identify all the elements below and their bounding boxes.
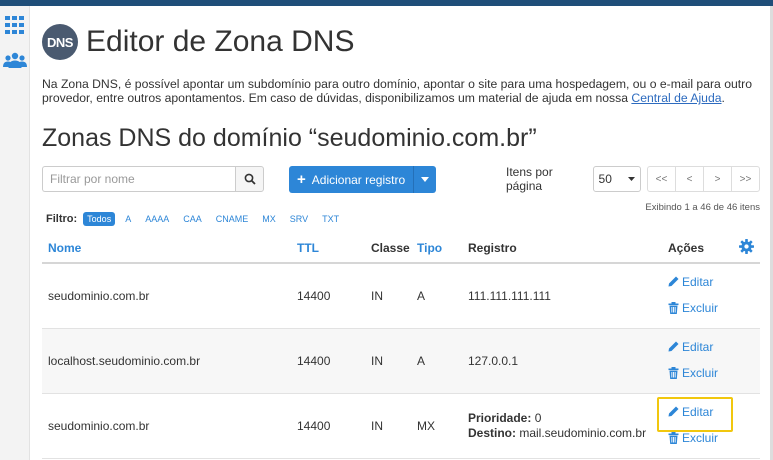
table-row: localhost.seudominio.com.br 14400 IN A 1… xyxy=(42,329,760,394)
filter-chip-cname[interactable]: CNAME xyxy=(212,212,253,226)
delete-button[interactable]: Excluir xyxy=(668,300,718,315)
filter-chip-mx[interactable]: MX xyxy=(258,212,280,226)
pencil-icon xyxy=(668,406,679,417)
filter-chip-todos[interactable]: Todos xyxy=(83,211,116,226)
filter-chip-a[interactable]: A xyxy=(121,212,135,226)
row-actions: Editar Excluir xyxy=(668,274,718,315)
edit-button[interactable]: Editar xyxy=(668,339,718,354)
dns-records-table: Nome TTL Classe Tipo Registro Ações seud… xyxy=(42,232,760,459)
delete-button[interactable]: Excluir xyxy=(668,365,718,380)
trash-icon xyxy=(668,431,679,444)
record-ttl: 14400 xyxy=(297,419,331,433)
column-header-actions: Ações xyxy=(668,241,705,255)
table-row: seudominio.com.br 14400 IN MX Prioridade… xyxy=(42,394,760,459)
per-page-select[interactable]: 50 xyxy=(592,166,641,192)
left-sidebar xyxy=(0,6,30,460)
record-value: 127.0.0.1 xyxy=(468,354,519,368)
pencil-icon xyxy=(668,276,679,287)
prev-page-button[interactable]: < xyxy=(675,166,704,192)
users-icon[interactable] xyxy=(0,52,30,68)
record-ttl: 14400 xyxy=(297,289,331,303)
search-button[interactable] xyxy=(235,166,264,192)
next-page-button[interactable]: > xyxy=(703,166,732,192)
column-header-record: Registro xyxy=(468,241,517,255)
dns-logo: DNS xyxy=(42,24,78,60)
table-header: Nome TTL Classe Tipo Registro Ações xyxy=(42,232,760,264)
pager: << < > >> xyxy=(647,166,760,192)
record-name: localhost.seudominio.com.br xyxy=(48,354,201,368)
trash-icon xyxy=(668,366,679,379)
record-type: A xyxy=(417,289,426,303)
filter-chip-txt[interactable]: TXT xyxy=(318,212,343,226)
add-record-dropdown[interactable] xyxy=(414,166,437,193)
first-page-button[interactable]: << xyxy=(647,166,676,192)
page-header: DNS Editor de Zona DNS xyxy=(42,22,354,62)
caret-down-icon xyxy=(628,177,635,181)
type-filter: Filtro: Todos A AAAA CAA CNAME MX SRV TX… xyxy=(46,210,349,227)
filter-chip-caa[interactable]: CAA xyxy=(179,212,206,226)
section-title: Zonas DNS do domínio “seudominio.com.br” xyxy=(42,124,537,152)
column-header-name[interactable]: Nome xyxy=(48,241,81,255)
filter-chip-srv[interactable]: SRV xyxy=(286,212,312,226)
record-type: MX xyxy=(417,419,435,433)
record-type: A xyxy=(417,354,426,368)
filter-label: Filtro: xyxy=(46,212,78,225)
edit-button[interactable]: Editar xyxy=(668,404,718,419)
record-value: Prioridade: 0 Destino: mail.seudominio.c… xyxy=(468,411,647,440)
add-record-button[interactable]: + Adicionar registro xyxy=(289,166,415,193)
column-header-type[interactable]: Tipo xyxy=(417,241,442,255)
delete-button[interactable]: Excluir xyxy=(668,430,718,445)
trash-icon xyxy=(668,301,679,314)
add-record-button-group: + Adicionar registro xyxy=(289,166,437,193)
record-ttl: 14400 xyxy=(297,354,331,368)
row-actions: Editar Excluir xyxy=(668,404,718,445)
pagination: Itens por página 50 << < > >> xyxy=(506,165,760,193)
intro-text: Na Zona DNS, é possível apontar um subdo… xyxy=(42,77,752,105)
name-filter xyxy=(42,166,264,192)
items-count: Exibindo 1 a 46 de 46 itens xyxy=(645,202,760,213)
search-icon xyxy=(244,173,256,185)
last-page-button[interactable]: >> xyxy=(731,166,760,192)
pencil-icon xyxy=(668,341,679,352)
filter-chip-aaaa[interactable]: AAAA xyxy=(141,212,173,226)
gear-icon[interactable] xyxy=(739,239,754,257)
record-value: 111.111.111.111 xyxy=(468,289,551,303)
caret-down-icon xyxy=(421,177,430,182)
help-center-link[interactable]: Central de Ajuda xyxy=(631,91,721,105)
record-class: IN xyxy=(371,354,383,368)
table-row: seudominio.com.br 14400 IN A 111.111.111… xyxy=(42,264,760,329)
record-name: seudominio.com.br xyxy=(48,419,150,433)
per-page-label: Itens por página xyxy=(506,165,553,193)
row-actions: Editar Excluir xyxy=(668,339,718,380)
record-name: seudominio.com.br xyxy=(48,289,150,303)
column-header-ttl[interactable]: TTL xyxy=(297,241,319,255)
page-title: Editor de Zona DNS xyxy=(86,25,355,58)
plus-icon: + xyxy=(297,171,306,188)
top-bar xyxy=(0,0,773,6)
apps-grid-icon[interactable] xyxy=(0,16,30,34)
name-filter-input[interactable] xyxy=(42,166,235,192)
record-class: IN xyxy=(371,289,383,303)
edit-button[interactable]: Editar xyxy=(668,274,718,289)
record-class: IN xyxy=(371,419,383,433)
column-header-class: Classe xyxy=(371,241,410,255)
